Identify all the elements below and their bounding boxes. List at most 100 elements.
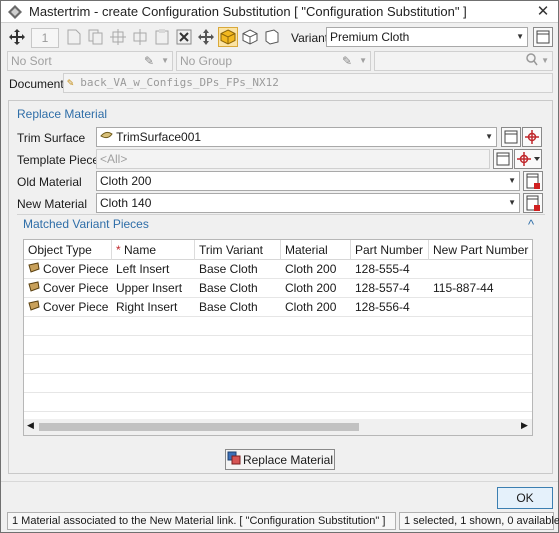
column-divider — [280, 240, 281, 260]
document-field: ✎ back_VA_w_Configs_DPs_FPs_NX12 — [63, 73, 553, 93]
old-material-button[interactable] — [523, 171, 543, 191]
variant-list-button[interactable] — [533, 27, 553, 47]
move-icon[interactable] — [7, 27, 27, 47]
chevron-down-icon: ▼ — [508, 176, 516, 185]
cell-material: Cloth 200 — [285, 281, 337, 295]
chevron-down-icon: ▼ — [541, 56, 549, 65]
col-name[interactable]: Name — [124, 243, 156, 257]
search-input[interactable]: ▼ — [374, 51, 553, 71]
cell-name: Right Insert — [116, 300, 178, 314]
chevron-down-icon: ▼ — [516, 32, 524, 41]
empty-row — [24, 374, 532, 393]
sort-dropdown[interactable]: No Sort ▼ ✎ — [7, 51, 173, 71]
surface-icon — [100, 130, 116, 144]
old-material-label: Old Material — [17, 175, 82, 189]
footer-divider — [1, 481, 558, 482]
transform-icon — [108, 27, 128, 47]
scroll-thumb[interactable] — [39, 423, 359, 431]
col-material[interactable]: Material — [285, 243, 328, 257]
chevron-down-icon: ▼ — [485, 132, 493, 141]
cell-part-number: 128-557-4 — [355, 281, 410, 295]
chevron-down-icon: ▼ — [161, 56, 169, 65]
horizontal-scrollbar[interactable]: ◀ ▶ — [24, 419, 532, 435]
document-value: back_VA_w_Configs_DPs_FPs_NX12 — [80, 76, 279, 89]
empty-row — [24, 336, 532, 355]
template-pieces-label: Template Pieces — [17, 153, 106, 167]
cover-piece-icon — [28, 281, 40, 295]
cell-new-part-number[interactable]: 115-887-44 — [433, 281, 494, 295]
replace-icon — [227, 451, 241, 468]
required-marker: * — [116, 243, 121, 257]
app-icon — [7, 4, 23, 23]
old-material-dropdown[interactable]: Cloth 200 ▼ — [96, 171, 520, 191]
ok-button[interactable]: OK — [497, 487, 553, 509]
template-pieces-list-button[interactable] — [493, 149, 513, 169]
col-trim-variant[interactable]: Trim Variant — [199, 243, 263, 257]
cell-material: Cloth 200 — [285, 300, 337, 314]
group-value: No Group — [180, 54, 233, 68]
replace-material-button[interactable]: Replace Material — [225, 449, 335, 470]
cover-piece-icon — [28, 262, 40, 276]
reposition-icon[interactable] — [196, 27, 216, 47]
matched-heading: Matched Variant Pieces — [23, 217, 149, 231]
dialog-window: Mastertrim - create Configuration Substi… — [0, 0, 559, 533]
table-row[interactable]: Cover Piece Right Insert Base Cloth Clot… — [24, 298, 532, 317]
scroll-left-icon[interactable]: ◀ — [27, 420, 34, 431]
matched-pieces-table: Object Type * Name Trim Variant Material… — [23, 239, 533, 436]
trim-surface-label: Trim Surface — [17, 131, 86, 145]
column-divider — [350, 240, 351, 260]
sheet-icon[interactable] — [262, 27, 282, 47]
trim-surface-dropdown[interactable]: TrimSurface001 ▼ — [96, 127, 497, 147]
count-field: 1 — [31, 28, 59, 48]
variant-value: Premium Cloth — [330, 30, 410, 44]
variant-label: Variant — [291, 31, 329, 45]
cell-part-number: 128-556-4 — [355, 300, 410, 314]
trim-surface-list-button[interactable] — [501, 127, 521, 147]
empty-row — [24, 317, 532, 336]
column-divider — [111, 240, 112, 260]
old-material-value: Cloth 200 — [100, 174, 152, 188]
chevron-down-icon: ▼ — [359, 56, 367, 65]
new-material-label: New Material — [17, 197, 88, 211]
cell-name: Left Insert — [116, 262, 170, 276]
align-icon — [130, 27, 150, 47]
edit-pencil-icon: ✎ — [143, 54, 154, 68]
col-new-part-number[interactable]: New Part Number — [433, 243, 528, 257]
new-material-value: Cloth 140 — [100, 196, 152, 210]
search-icon — [526, 53, 538, 70]
paste-icon — [152, 27, 172, 47]
selection-status: 1 selected, 1 shown, 0 available — [399, 512, 559, 530]
cell-name: Upper Insert — [116, 281, 183, 295]
cover-piece-icon — [28, 300, 40, 314]
status-message: 1 Material associated to the New Materia… — [7, 512, 396, 530]
column-divider — [428, 240, 429, 260]
template-pieces-field: <All> — [96, 149, 490, 169]
close-icon[interactable]: ✕ — [531, 2, 555, 22]
scroll-right-icon[interactable]: ▶ — [521, 420, 528, 431]
trim-surface-select-button[interactable] — [522, 127, 542, 147]
table-row[interactable]: Cover Piece Upper Insert Base Cloth Clot… — [24, 279, 532, 298]
cube-outline-icon[interactable] — [240, 27, 260, 47]
collapse-icon[interactable]: ^ — [528, 217, 534, 232]
document-label: Document — [9, 77, 64, 91]
cell-trim-variant: Base Cloth — [199, 262, 258, 276]
new-material-button[interactable] — [523, 193, 543, 213]
empty-row — [24, 355, 532, 374]
variant-dropdown[interactable]: Premium Cloth ▼ — [326, 27, 528, 47]
group-dropdown[interactable]: No Group ▼ ✎ — [176, 51, 371, 71]
col-object-type[interactable]: Object Type — [28, 243, 92, 257]
title-bar: Mastertrim - create Configuration Substi… — [1, 1, 558, 23]
cell-trim-variant: Base Cloth — [199, 281, 258, 295]
col-part-number[interactable]: Part Number — [355, 243, 423, 257]
cube-yellow-icon[interactable] — [218, 27, 238, 47]
trim-surface-value: TrimSurface001 — [116, 130, 202, 144]
delete-icon[interactable] — [174, 27, 194, 47]
replace-material-heading: Replace Material — [17, 107, 108, 121]
cell-material: Cloth 200 — [285, 262, 337, 276]
sort-value: No Sort — [11, 54, 52, 68]
cell-trim-variant: Base Cloth — [199, 300, 258, 314]
cell-object-type: Cover Piece — [43, 281, 109, 295]
table-row[interactable]: Cover Piece Left Insert Base Cloth Cloth… — [24, 260, 532, 279]
new-material-dropdown[interactable]: Cloth 140 ▼ — [96, 193, 520, 213]
template-pieces-select-button[interactable] — [514, 149, 542, 169]
